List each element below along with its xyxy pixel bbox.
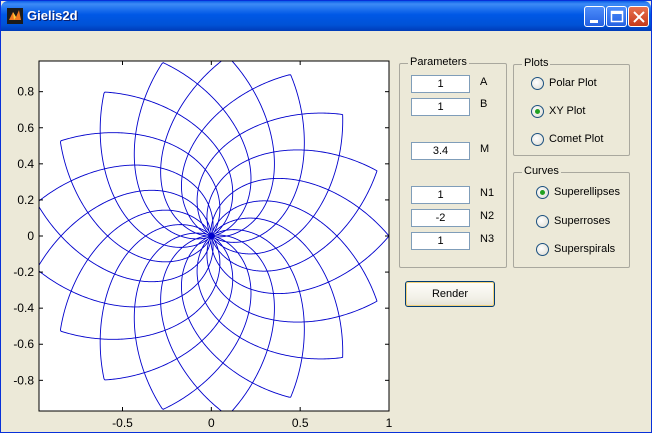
- superellipses-radio[interactable]: Superellipses: [536, 184, 620, 200]
- x-tick-label: 0.5: [292, 416, 309, 430]
- matlab-icon: [7, 8, 23, 24]
- comet-plot-label: Comet Plot: [549, 133, 604, 145]
- radio-selected-icon: [536, 185, 549, 199]
- superellipses-label: Superellipses: [554, 186, 621, 198]
- superspirals-label: Superspirals: [554, 243, 616, 255]
- param-n3-field[interactable]: [411, 232, 470, 250]
- maximize-button[interactable]: [606, 6, 627, 27]
- polar-plot-label: Polar Plot: [549, 77, 597, 89]
- x-tick-label: 0: [208, 416, 215, 430]
- y-tick-label: -0.2: [13, 265, 34, 279]
- y-tick-label: -0.6: [13, 337, 34, 351]
- minimize-icon: [590, 20, 598, 23]
- param-n2-field[interactable]: [411, 209, 470, 227]
- radio-icon: [536, 242, 549, 256]
- param-b-label: B: [480, 98, 488, 110]
- param-m-label: M: [480, 143, 490, 155]
- render-button[interactable]: Render: [405, 281, 495, 307]
- xy-plot-label: XY Plot: [549, 105, 586, 117]
- xy-plot-radio[interactable]: XY Plot: [531, 103, 586, 119]
- minimize-button[interactable]: [584, 6, 605, 27]
- superroses-radio[interactable]: Superroses: [536, 213, 610, 229]
- radio-selected-icon: [531, 104, 544, 118]
- radio-icon: [531, 76, 544, 90]
- radio-icon: [536, 214, 549, 228]
- x-tick-label: 1: [386, 416, 393, 430]
- title-bar[interactable]: Gielis2d: [1, 1, 651, 31]
- y-tick-label: 0.4: [17, 157, 34, 171]
- comet-plot-radio[interactable]: Comet Plot: [531, 131, 603, 147]
- xy-plot-chart: -0.5 0 0.5 1 0.8 0.6 0.4 0.2 0 -0.2 -0.4 -0.6 -0.8: [13, 60, 393, 430]
- superroses-label: Superroses: [554, 215, 611, 227]
- param-a-field[interactable]: [411, 75, 470, 93]
- y-tick-label: 0.8: [17, 85, 34, 99]
- param-n2-label: N2: [480, 210, 495, 222]
- close-icon: [633, 11, 645, 23]
- y-tick-label: 0.6: [17, 121, 34, 135]
- param-n1-label: N1: [480, 187, 495, 199]
- radio-icon: [531, 132, 544, 146]
- superspirals-radio[interactable]: Superspirals: [536, 241, 615, 257]
- y-tick-label: -0.4: [13, 301, 34, 315]
- param-n1-field[interactable]: [411, 186, 470, 204]
- param-n3-label: N3: [480, 233, 495, 245]
- close-button[interactable]: [628, 6, 649, 27]
- window-title: Gielis2d: [27, 8, 78, 23]
- y-tick-label: 0.2: [17, 193, 34, 207]
- param-a-label: A: [480, 76, 488, 88]
- parameters-legend: Parameters: [408, 56, 469, 68]
- param-m-field[interactable]: [411, 142, 470, 160]
- maximize-icon: [610, 10, 624, 23]
- y-tick-label: 0: [27, 229, 34, 243]
- param-b-field[interactable]: [411, 98, 470, 116]
- plots-legend: Plots: [522, 57, 551, 69]
- main-window: Gielis2d -0.5 0 0.5 1 0.8 0.6 0.4 0.2 0 -0.2 -0.4-…: [0, 0, 652, 433]
- x-tick-label: -0.5: [112, 416, 133, 430]
- y-tick-label: -0.8: [13, 373, 34, 387]
- polar-plot-radio[interactable]: Polar Plot: [531, 75, 597, 91]
- curves-legend: Curves: [522, 165, 561, 177]
